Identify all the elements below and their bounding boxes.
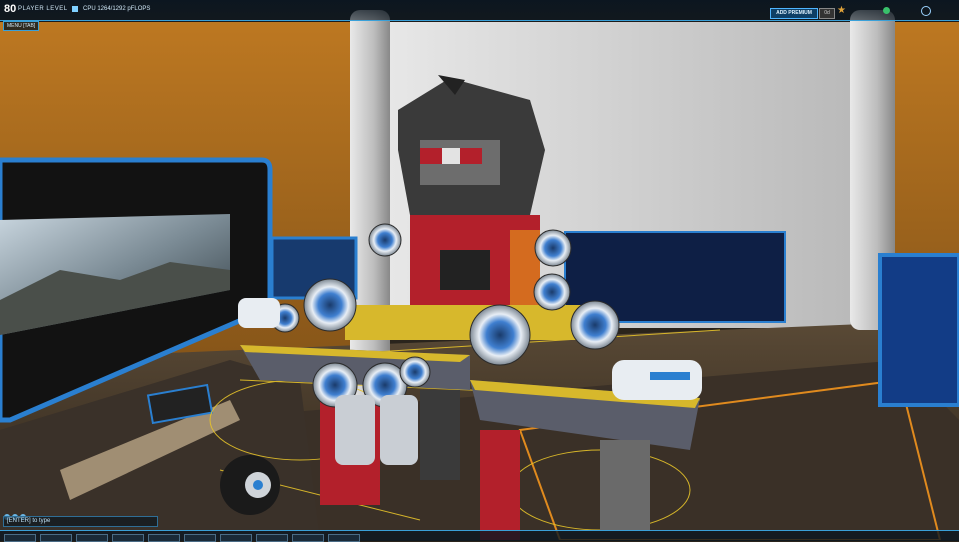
hotbar-slot[interactable]: [148, 534, 180, 542]
hotbar-slot[interactable]: [220, 534, 252, 542]
hotbar-slot[interactable]: [328, 534, 360, 542]
hotbar-slot[interactable]: [292, 534, 324, 542]
hotbar-slot[interactable]: [76, 534, 108, 542]
star-icon[interactable]: ★: [837, 5, 846, 16]
player-level-label: PLAYER LEVEL: [18, 6, 68, 12]
chat-input[interactable]: [ENTER] to type: [3, 516, 158, 527]
cpu-readout: CPU 1264/1292 pFLOPS: [83, 6, 151, 12]
hotbar-slot[interactable]: [112, 534, 144, 542]
friends-icon[interactable]: [883, 7, 890, 14]
menu-tab-button[interactable]: MENU [TAB]: [3, 21, 40, 31]
premium-days: 0d: [819, 8, 835, 19]
cpu-icon: [72, 6, 78, 12]
player-level-number: 80: [4, 3, 17, 15]
far-right-screen: [878, 253, 959, 407]
hotbar-slot[interactable]: [256, 534, 288, 542]
globe-icon[interactable]: [921, 6, 931, 16]
hotbar-slot[interactable]: [184, 534, 216, 542]
hotbar-slot[interactable]: [4, 534, 36, 542]
add-premium-button[interactable]: ADD PREMIUM: [770, 8, 818, 19]
garage-scene: [0, 0, 959, 540]
hotbar-slot[interactable]: [40, 534, 72, 542]
